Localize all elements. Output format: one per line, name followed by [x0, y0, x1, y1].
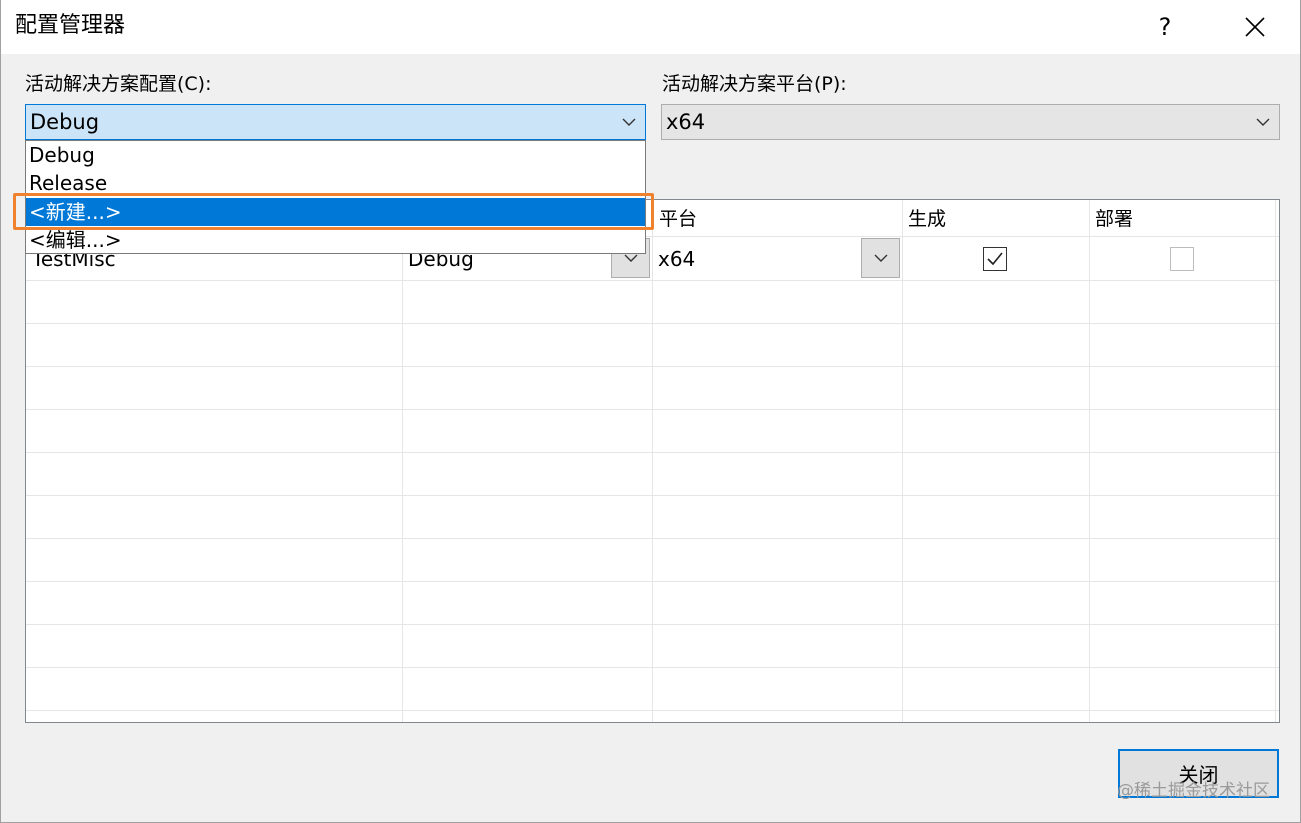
header-build: 生成 — [908, 208, 947, 230]
grid-row-line — [26, 667, 1279, 668]
watermark: @稀土掘金技术社区 — [1117, 781, 1270, 801]
grid-divider — [902, 200, 903, 722]
grid-row-line — [26, 624, 1279, 625]
grid-row-line — [26, 495, 1279, 496]
platform-cell[interactable]: x64 — [658, 246, 695, 272]
header-deploy: 部署 — [1095, 208, 1134, 230]
window-title: 配置管理器 — [15, 13, 126, 38]
config-label: 活动解决方案配置(C): — [25, 73, 212, 95]
grid-row-line — [26, 710, 1279, 711]
dropdown-option-debug[interactable]: Debug — [26, 141, 645, 169]
close-icon — [1245, 17, 1265, 37]
grid-row-line — [26, 538, 1279, 539]
config-combobox-value: Debug — [30, 110, 100, 134]
platform-dropdown-button[interactable] — [861, 238, 900, 278]
grid-divider — [402, 200, 403, 722]
dropdown-option-new[interactable]: <新建...> — [26, 198, 645, 226]
platform-combobox-value: x64 — [666, 110, 706, 134]
dropdown-option-release[interactable]: Release — [26, 169, 645, 197]
checkmark-icon — [987, 252, 1003, 266]
grid-row-line — [26, 581, 1279, 582]
header-platform: 平台 — [659, 208, 698, 230]
dropdown-option-edit[interactable]: <编辑...> — [26, 226, 645, 254]
config-combobox[interactable]: Debug — [25, 104, 646, 140]
grid-divider — [1089, 200, 1090, 722]
grid-divider — [1275, 200, 1276, 722]
build-checkbox[interactable] — [983, 247, 1007, 271]
config-dropdown-list: Debug Release <新建...> <编辑...> — [25, 140, 646, 254]
platform-combobox[interactable]: x64 — [661, 104, 1280, 140]
help-button[interactable]: ? — [1135, 0, 1195, 54]
grid-row-line — [26, 280, 1279, 281]
deploy-checkbox[interactable] — [1170, 247, 1194, 271]
grid-row-line — [26, 366, 1279, 367]
chevron-down-icon — [874, 254, 887, 262]
grid-row-line — [26, 323, 1279, 324]
project-contexts-grid: 平台 生成 部署 TestMisc Debug x64 — [25, 199, 1280, 723]
grid-row-line — [26, 409, 1279, 410]
chevron-down-icon — [622, 118, 636, 126]
title-bar: 配置管理器 ? — [1, 0, 1300, 54]
chevron-down-icon — [1256, 118, 1270, 126]
window-close-button[interactable] — [1225, 0, 1285, 54]
platform-label: 活动解决方案平台(P): — [662, 73, 847, 95]
grid-divider — [652, 200, 653, 722]
grid-row-line — [26, 452, 1279, 453]
